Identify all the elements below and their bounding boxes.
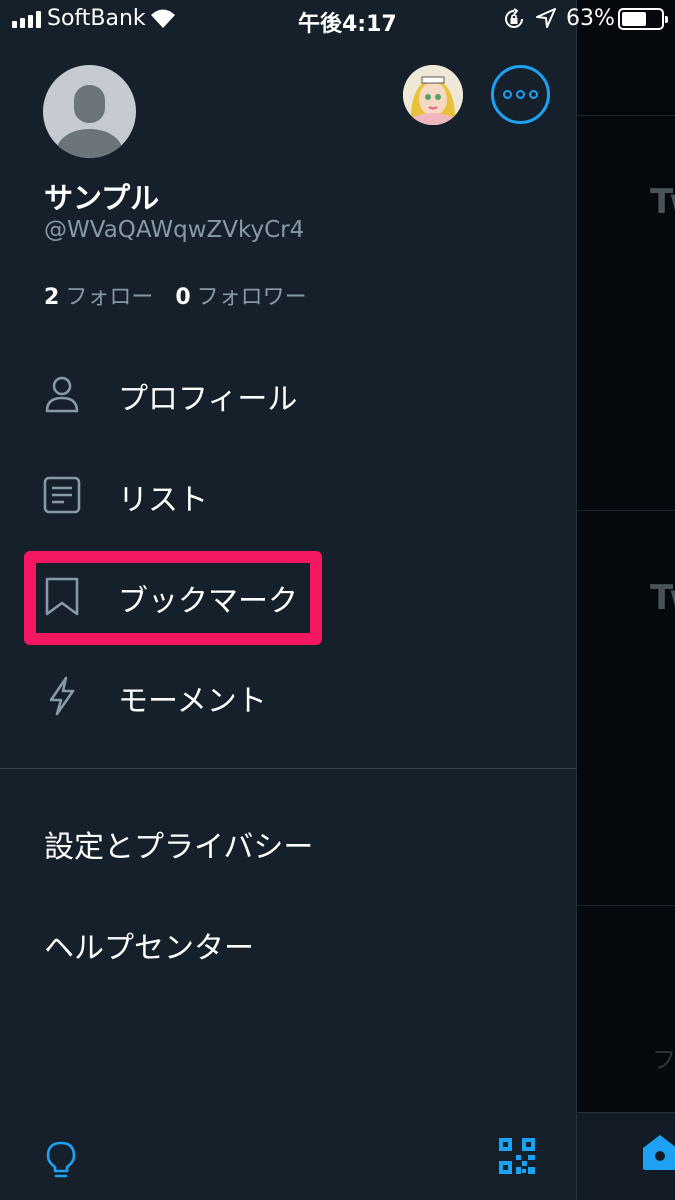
carrier-name: SoftBank bbox=[47, 6, 146, 31]
followers-count: 0 bbox=[175, 285, 191, 310]
menu-item-lists[interactable]: リスト bbox=[0, 455, 577, 535]
dot bbox=[516, 90, 525, 99]
menu-item-profile[interactable]: プロフィール bbox=[0, 354, 577, 434]
lightbulb-icon[interactable] bbox=[44, 1140, 78, 1184]
display-name[interactable]: サンプル bbox=[44, 175, 159, 217]
battery-icon bbox=[618, 8, 668, 30]
clock: 午後4:17 bbox=[298, 12, 397, 37]
bookmark-highlight-box bbox=[24, 551, 322, 645]
background-divider bbox=[577, 905, 675, 906]
list-icon bbox=[42, 475, 82, 515]
menu-item-label: プロフィール bbox=[118, 382, 298, 417]
help-center-link[interactable]: ヘルプセンター bbox=[44, 923, 254, 967]
wifi-icon bbox=[150, 7, 176, 35]
alternate-account-avatar[interactable] bbox=[403, 65, 463, 125]
profile-avatar[interactable] bbox=[43, 65, 136, 158]
following-label: フォロー bbox=[65, 285, 154, 310]
settings-and-privacy-link[interactable]: 設定とプライバシー bbox=[44, 822, 313, 866]
menu-divider bbox=[0, 768, 577, 769]
home-tab-icon[interactable] bbox=[640, 1132, 675, 1176]
menu-item-label: モーメント bbox=[118, 684, 267, 719]
following-link[interactable]: 2 フォロー bbox=[44, 285, 153, 310]
person-icon bbox=[42, 374, 82, 414]
background-text: Tw bbox=[650, 182, 675, 222]
more-options-button[interactable] bbox=[491, 65, 550, 124]
menu-item-label: リスト bbox=[118, 483, 208, 518]
menu-item-moments[interactable]: モーメント bbox=[0, 656, 577, 736]
signal-strength-icon bbox=[12, 10, 41, 28]
follow-stats: 2 フォロー 0 フォロワー bbox=[44, 279, 307, 311]
followers-label: フォロワー bbox=[196, 285, 307, 310]
dot bbox=[503, 90, 512, 99]
qr-code-icon[interactable] bbox=[498, 1137, 536, 1179]
navigation-drawer: サンプル @WVaQAWqwZVkyCr4 2 フォロー 0 フォロワー プロフィール… bbox=[0, 0, 577, 1200]
orientation-lock-icon bbox=[503, 8, 525, 36]
lightning-icon bbox=[42, 676, 82, 716]
background-text: Tw bbox=[650, 578, 675, 618]
battery-level bbox=[622, 12, 646, 26]
status-bar: SoftBank 午後4:17 63% bbox=[0, 0, 675, 40]
followers-link[interactable]: 0 フォロワー bbox=[175, 285, 306, 310]
dot bbox=[529, 90, 538, 99]
user-handle[interactable]: @WVaQAWqwZVkyCr4 bbox=[44, 217, 304, 243]
background-divider bbox=[577, 510, 675, 511]
following-count: 2 bbox=[44, 285, 60, 310]
background-text: フ bbox=[652, 1046, 675, 1074]
location-arrow-icon bbox=[536, 8, 556, 34]
battery-percent: 63% bbox=[566, 6, 615, 31]
background-divider bbox=[577, 115, 675, 116]
